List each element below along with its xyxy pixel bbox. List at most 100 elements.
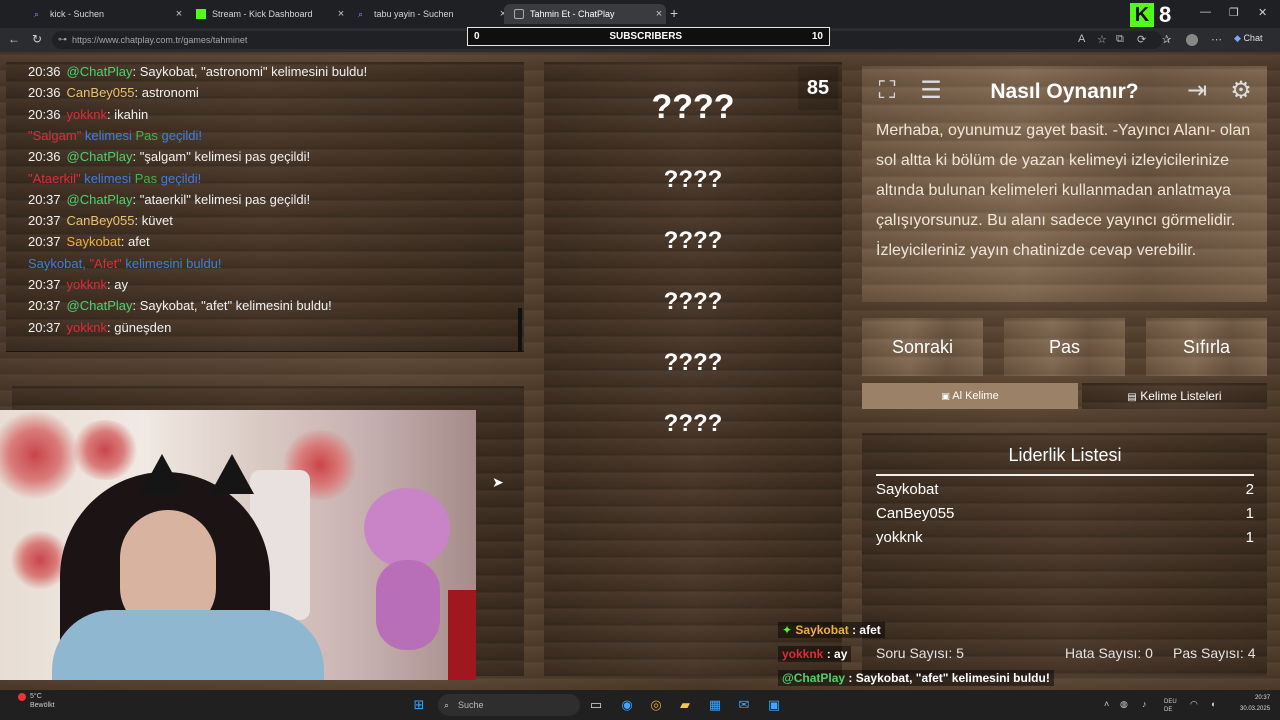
- leaderboard-row: Saykobat 2: [876, 481, 1254, 498]
- overlay-chat-line: ✦ Saykobat : afet: [778, 622, 885, 638]
- chat-username[interactable]: CanBey055: [67, 85, 135, 100]
- network-icon[interactable]: ◍: [1120, 699, 1128, 710]
- help-text: Merhaba, oyunumuz gayet basit. -Yayıncı …: [876, 122, 1251, 259]
- word-lists-tab[interactable]: ▤ Kelime Listeleri: [1082, 383, 1267, 409]
- system-message-part: geçildi!: [157, 170, 202, 186]
- chat-username[interactable]: @ChatPlay: [67, 64, 133, 79]
- overlay-message: : ay: [823, 647, 848, 661]
- chat-username[interactable]: @ChatPlay: [67, 192, 133, 207]
- chat-text: "ataerkil" kelimesi pas geçildi!: [139, 191, 311, 207]
- subs-min: 0: [474, 31, 480, 42]
- chat-text: ay: [114, 277, 128, 292]
- new-tab-icon[interactable]: +: [670, 5, 678, 21]
- chat-username[interactable]: Saykobat: [67, 234, 121, 249]
- minimize-icon[interactable]: —: [1200, 6, 1211, 18]
- edge-icon[interactable]: ◉: [619, 697, 635, 713]
- clock-time: 20:37: [1255, 695, 1271, 701]
- sync-icon[interactable]: ⟳: [1137, 33, 1146, 46]
- chatplay-icon: [514, 9, 524, 19]
- close-icon[interactable]: ×: [172, 8, 186, 20]
- menu-dots-icon[interactable]: ⋯: [1211, 33, 1222, 46]
- chat-timestamp: 20:37: [28, 213, 61, 229]
- mic-icon[interactable]: ♪: [1142, 699, 1147, 709]
- chat-text: Saykobat, "afet" kelimesini buldu!: [139, 298, 332, 314]
- forbidden-word: ????: [663, 410, 723, 437]
- get-word-tab[interactable]: ▣ Al Kelime: [862, 383, 1078, 409]
- system-message-part: Pas: [135, 127, 158, 143]
- chrome-icon[interactable]: ◎: [648, 697, 664, 713]
- extensions-icon[interactable]: ⧉: [1116, 33, 1124, 46]
- chat-username[interactable]: CanBey055: [67, 213, 135, 228]
- file-explorer-icon[interactable]: ▰: [677, 697, 693, 713]
- read-aloud-icon[interactable]: A: [1078, 33, 1085, 45]
- system-message-part: "Afet": [89, 255, 122, 271]
- player-name: CanBey055: [876, 505, 955, 522]
- windows-start-icon[interactable]: ⊞: [411, 697, 427, 713]
- cat-ear: [140, 454, 184, 494]
- chat-timestamp: 20:36: [28, 106, 61, 122]
- chat-message: 20:37 CanBey055: küvet: [28, 213, 173, 228]
- close-window-icon[interactable]: ✕: [1258, 6, 1267, 19]
- close-icon[interactable]: ×: [652, 8, 666, 20]
- chat-message: 20:36 yokknk: ikahin: [28, 107, 148, 122]
- chat-timestamp: 20:36: [28, 149, 61, 165]
- favorites-icon[interactable]: ✰: [1162, 33, 1171, 46]
- store-icon[interactable]: ▦: [707, 697, 723, 713]
- pass-button[interactable]: Pas: [1004, 318, 1125, 376]
- mail-icon[interactable]: ✉: [736, 697, 752, 713]
- tab-kick-dashboard[interactable]: Stream - Kick Dashboard ×: [186, 4, 348, 24]
- chat-scrollbar[interactable]: [518, 308, 522, 352]
- copilot-icon: ◆: [1234, 33, 1241, 43]
- word-lists-label: Kelime Listeleri: [1140, 389, 1222, 403]
- chat-message: 20:37 yokknk: güneşden: [28, 320, 171, 335]
- favorite-star-icon[interactable]: ☆: [1097, 33, 1107, 46]
- volume-icon[interactable]: ◖: [1210, 699, 1215, 709]
- chat-text: astronomi: [141, 85, 199, 101]
- chat-username[interactable]: @ChatPlay: [67, 149, 133, 164]
- task-view-icon[interactable]: ▭: [588, 697, 604, 713]
- chat-username[interactable]: yokknk: [67, 320, 107, 335]
- exit-icon[interactable]: ⇥: [1180, 74, 1214, 108]
- chat-username[interactable]: yokknk: [67, 277, 107, 292]
- weather-icon: [18, 693, 26, 701]
- chat-timestamp: 20:36: [28, 85, 61, 101]
- tab-chatplay[interactable]: Tahmin Et - ChatPlay ×: [504, 4, 666, 24]
- back-icon[interactable]: ←: [8, 32, 20, 46]
- chat-timestamp: 20:37: [28, 319, 61, 335]
- taskbar-search[interactable]: ⌕ Suche: [438, 694, 580, 716]
- next-button[interactable]: Sonraki: [862, 318, 983, 376]
- subs-label: SUBSCRIBERS: [609, 31, 683, 42]
- wifi-icon[interactable]: ◠: [1190, 699, 1198, 710]
- maximize-icon[interactable]: ❐: [1229, 6, 1239, 19]
- pass-count: Pas Sayısı: 4: [1173, 645, 1256, 661]
- search-icon: ⌕: [34, 9, 40, 19]
- plush-body: [376, 560, 440, 650]
- search-icon: ⌕: [358, 9, 364, 19]
- reset-button[interactable]: Sıfırla: [1146, 318, 1267, 376]
- taskbar-clock[interactable]: 20:37 30.03.2025: [1240, 693, 1270, 715]
- subs-max: 10: [811, 31, 823, 42]
- chat-timestamp: 20:37: [28, 191, 61, 207]
- chat-separator: :: [132, 298, 140, 314]
- site-info-icon[interactable]: ⊶: [58, 34, 67, 45]
- browser-tab-bar: ⌕ kick - Suchen × Stream - Kick Dashboar…: [0, 0, 1280, 28]
- tab-tabu-search[interactable]: ⌕ tabu yayin - Suchen ×: [348, 4, 510, 24]
- tab-kick-search[interactable]: ⌕ kick - Suchen ×: [24, 4, 186, 24]
- settings-gear-icon[interactable]: ⚙: [1224, 74, 1258, 108]
- chat-username[interactable]: yokknk: [67, 107, 107, 122]
- get-word-label: Al Kelime: [952, 390, 999, 402]
- reload-icon[interactable]: ↻: [32, 32, 42, 46]
- webcam-feed: [0, 410, 476, 680]
- close-icon[interactable]: ×: [334, 8, 348, 20]
- chat-separator: :: [134, 213, 142, 229]
- profile-avatar[interactable]: [1186, 34, 1198, 46]
- player-name: Saykobat: [876, 481, 939, 498]
- tray-arrow-icon[interactable]: ˄: [1104, 699, 1109, 709]
- copilot-chat-button[interactable]: ◆ Chat: [1234, 33, 1262, 44]
- app-icon[interactable]: ▣: [766, 697, 782, 713]
- chat-username[interactable]: @ChatPlay: [67, 298, 133, 313]
- language-indicator[interactable]: DEU DE: [1164, 698, 1177, 714]
- forbidden-word: ????: [663, 349, 723, 376]
- weather-widget[interactable]: 5°C Bewölkt: [30, 692, 55, 710]
- lang-line1: DEU: [1164, 699, 1177, 705]
